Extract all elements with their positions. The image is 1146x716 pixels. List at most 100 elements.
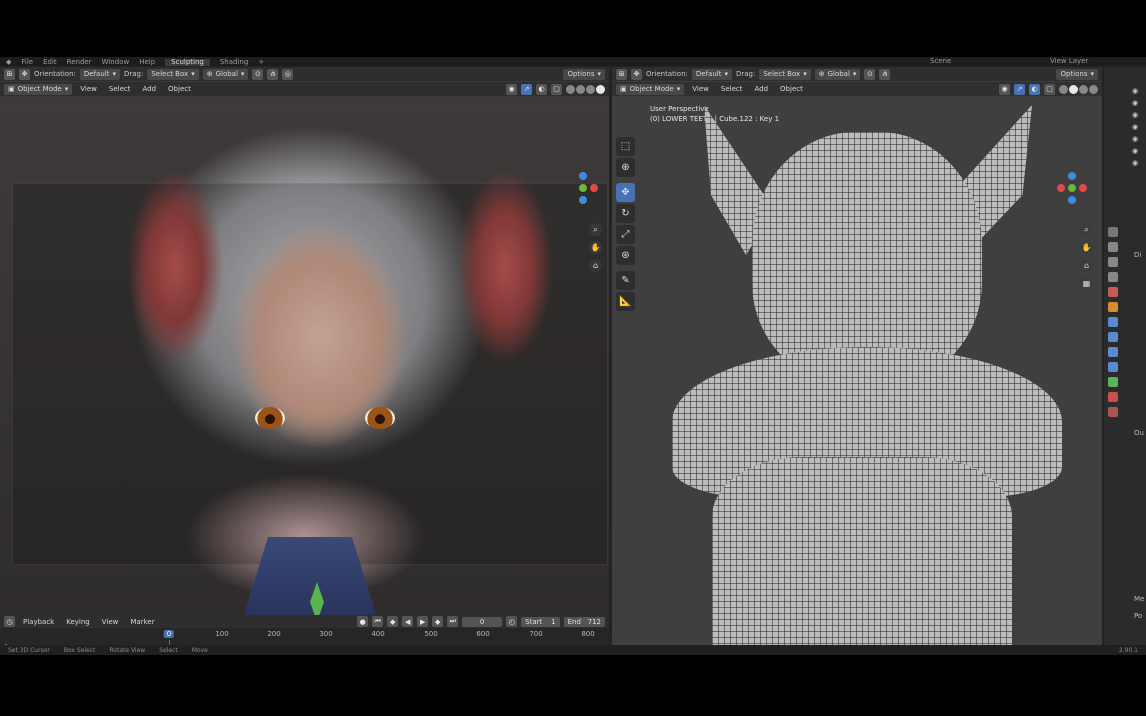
scene-properties-icon[interactable] <box>1108 287 1118 297</box>
material-shading-icon[interactable] <box>586 84 595 94</box>
menu-select[interactable]: Select <box>717 84 747 95</box>
z-axis-icon[interactable] <box>579 172 587 180</box>
record-icon[interactable]: ● <box>357 616 369 627</box>
menu-add[interactable]: Add <box>138 84 160 95</box>
view-layer-icon[interactable] <box>1108 272 1118 282</box>
xray-icon[interactable]: ▢ <box>1044 83 1055 95</box>
eye-icon[interactable]: ◉ <box>1132 87 1138 95</box>
grid-icon[interactable]: ▦ <box>1080 277 1093 290</box>
pivot-icon[interactable]: ⊙ <box>864 68 876 80</box>
scene-selector[interactable]: Scene <box>930 58 951 65</box>
rendered-shading-icon[interactable] <box>596 84 605 94</box>
blender-logo-icon[interactable]: ◆ <box>6 59 11 66</box>
editor-type-icon[interactable]: ⊞ <box>4 68 15 80</box>
menu-add[interactable]: Add <box>750 84 772 95</box>
options-dropdown[interactable]: Options ▾ <box>563 68 605 80</box>
eye-icon[interactable]: ◉ <box>1132 99 1138 107</box>
pivot-icon[interactable]: ⊙ <box>252 68 264 80</box>
xray-icon[interactable]: ▢ <box>551 83 562 95</box>
transform-tool-icon[interactable]: ⊛ <box>616 246 635 265</box>
rotate-tool-icon[interactable]: ↻ <box>616 204 635 223</box>
next-key-icon[interactable]: ◆ <box>432 616 444 627</box>
mode-dropdown[interactable]: ▣ Object Mode ▾ <box>616 83 685 95</box>
eye-icon[interactable]: ◉ <box>1132 135 1138 143</box>
orientation-dropdown[interactable]: Default ▾ <box>691 68 732 80</box>
neg-x-axis-icon[interactable] <box>1079 184 1087 192</box>
gizmo-toggle-icon[interactable]: ↗ <box>521 83 532 95</box>
menu-object[interactable]: Object <box>776 84 807 95</box>
play-reverse-icon[interactable]: ◀ <box>402 616 414 627</box>
move-tool-icon[interactable]: ✥ <box>616 183 635 202</box>
rendered-shading-icon[interactable] <box>1089 84 1098 94</box>
annotate-tool-icon[interactable]: ✎ <box>616 271 635 290</box>
proportional-edit-icon[interactable]: ◎ <box>282 68 294 80</box>
solid-shading-icon[interactable] <box>576 84 585 94</box>
neg-z-axis-icon[interactable] <box>1068 196 1076 204</box>
transform-orientation-dropdown[interactable]: ⊕ Global ▾ <box>814 68 861 80</box>
frame-ruler[interactable]: 0 100 200 300 400 500 600 700 800 <box>0 628 609 640</box>
overlays-icon[interactable]: ◐ <box>536 83 547 95</box>
tool-properties-icon[interactable] <box>1108 227 1118 237</box>
drag-dropdown[interactable]: Select Box ▾ <box>147 68 199 80</box>
particles-icon[interactable] <box>1108 332 1118 342</box>
menu-select[interactable]: Select <box>105 84 135 95</box>
tab-sculpting[interactable]: Sculpting <box>165 59 210 66</box>
pan-hand-icon[interactable]: ✋ <box>589 241 602 254</box>
render-properties-icon[interactable] <box>1108 242 1118 252</box>
view-layer-selector[interactable]: View Layer <box>1050 58 1088 65</box>
x-axis-icon[interactable] <box>590 184 598 192</box>
wireframe-shading-icon[interactable] <box>1059 84 1068 94</box>
camera-icon[interactable]: ⌂ <box>1080 259 1093 272</box>
orientation-dropdown[interactable]: Default ▾ <box>79 68 120 80</box>
object-properties-icon[interactable] <box>1108 302 1118 312</box>
eye-icon[interactable]: ◉ <box>1132 123 1138 131</box>
prev-key-icon[interactable]: ◆ <box>387 616 399 627</box>
x-axis-icon[interactable] <box>1057 184 1065 192</box>
clock-icon[interactable]: ◷ <box>4 616 15 627</box>
snap-icon[interactable]: ⋔ <box>879 68 891 80</box>
menu-object[interactable]: Object <box>164 84 195 95</box>
eye-icon[interactable]: ◉ <box>1132 111 1138 119</box>
modifier-wrench-icon[interactable] <box>1108 317 1118 327</box>
options-dropdown[interactable]: Options ▾ <box>1056 68 1098 80</box>
jump-start-icon[interactable]: ⏮ <box>372 616 384 627</box>
visibility-icon[interactable]: ◉ <box>999 83 1010 95</box>
menu-playback[interactable]: Playback <box>19 616 58 627</box>
visibility-icon[interactable]: ◉ <box>506 83 517 95</box>
scale-tool-icon[interactable]: ⤢ <box>616 225 635 244</box>
end-frame-field[interactable]: End 712 <box>563 616 605 627</box>
eye-icon[interactable]: ◉ <box>1132 147 1138 155</box>
navigation-gizmo[interactable] <box>568 172 598 204</box>
play-icon[interactable]: ▶ <box>417 616 429 627</box>
menu-keying[interactable]: Keying <box>62 616 94 627</box>
material-icon[interactable] <box>1108 392 1118 402</box>
mesh-data-icon[interactable] <box>1108 377 1118 387</box>
zoom-icon[interactable]: ⌕ <box>589 223 602 236</box>
wireframe-shading-icon[interactable] <box>566 84 575 94</box>
menu-marker[interactable]: Marker <box>126 616 158 627</box>
start-frame-field[interactable]: Start 1 <box>521 616 560 627</box>
material-shading-icon[interactable] <box>1079 84 1088 94</box>
transform-tool-icon[interactable]: ✥ <box>19 68 30 80</box>
current-frame-field[interactable]: 0 <box>462 616 503 627</box>
editor-type-icon[interactable]: ⊞ <box>616 68 627 80</box>
mode-dropdown[interactable]: ▣ Object Mode ▾ <box>4 83 73 95</box>
menu-window[interactable]: Window <box>102 59 130 66</box>
y-axis-icon[interactable] <box>579 184 587 192</box>
transform-tool-icon[interactable]: ✥ <box>631 68 642 80</box>
overlays-icon[interactable]: ◐ <box>1029 83 1040 95</box>
rendered-character-view[interactable]: ⌕ ✋ ⌂ <box>0 97 609 627</box>
menu-edit[interactable]: Edit <box>43 59 57 66</box>
texture-icon[interactable] <box>1108 407 1118 417</box>
menu-view[interactable]: View <box>76 84 101 95</box>
solid-shading-icon[interactable] <box>1069 84 1078 94</box>
neg-z-axis-icon[interactable] <box>579 196 587 204</box>
right-3d-viewport[interactable]: ⊞ ✥ Orientation: Default ▾ Drag: Select B… <box>612 67 1102 655</box>
cursor-tool-icon[interactable]: ⊕ <box>616 158 635 177</box>
add-workspace-icon[interactable]: + <box>258 59 264 66</box>
jump-end-icon[interactable]: ⏭ <box>447 616 459 627</box>
constraints-icon[interactable] <box>1108 362 1118 372</box>
select-box-tool-icon[interactable]: ⬚ <box>616 137 635 156</box>
left-3d-viewport[interactable]: ⊞ ✥ Orientation: Default ▾ Drag: Select B… <box>0 67 609 655</box>
preview-range-icon[interactable]: ◴ <box>506 616 518 627</box>
